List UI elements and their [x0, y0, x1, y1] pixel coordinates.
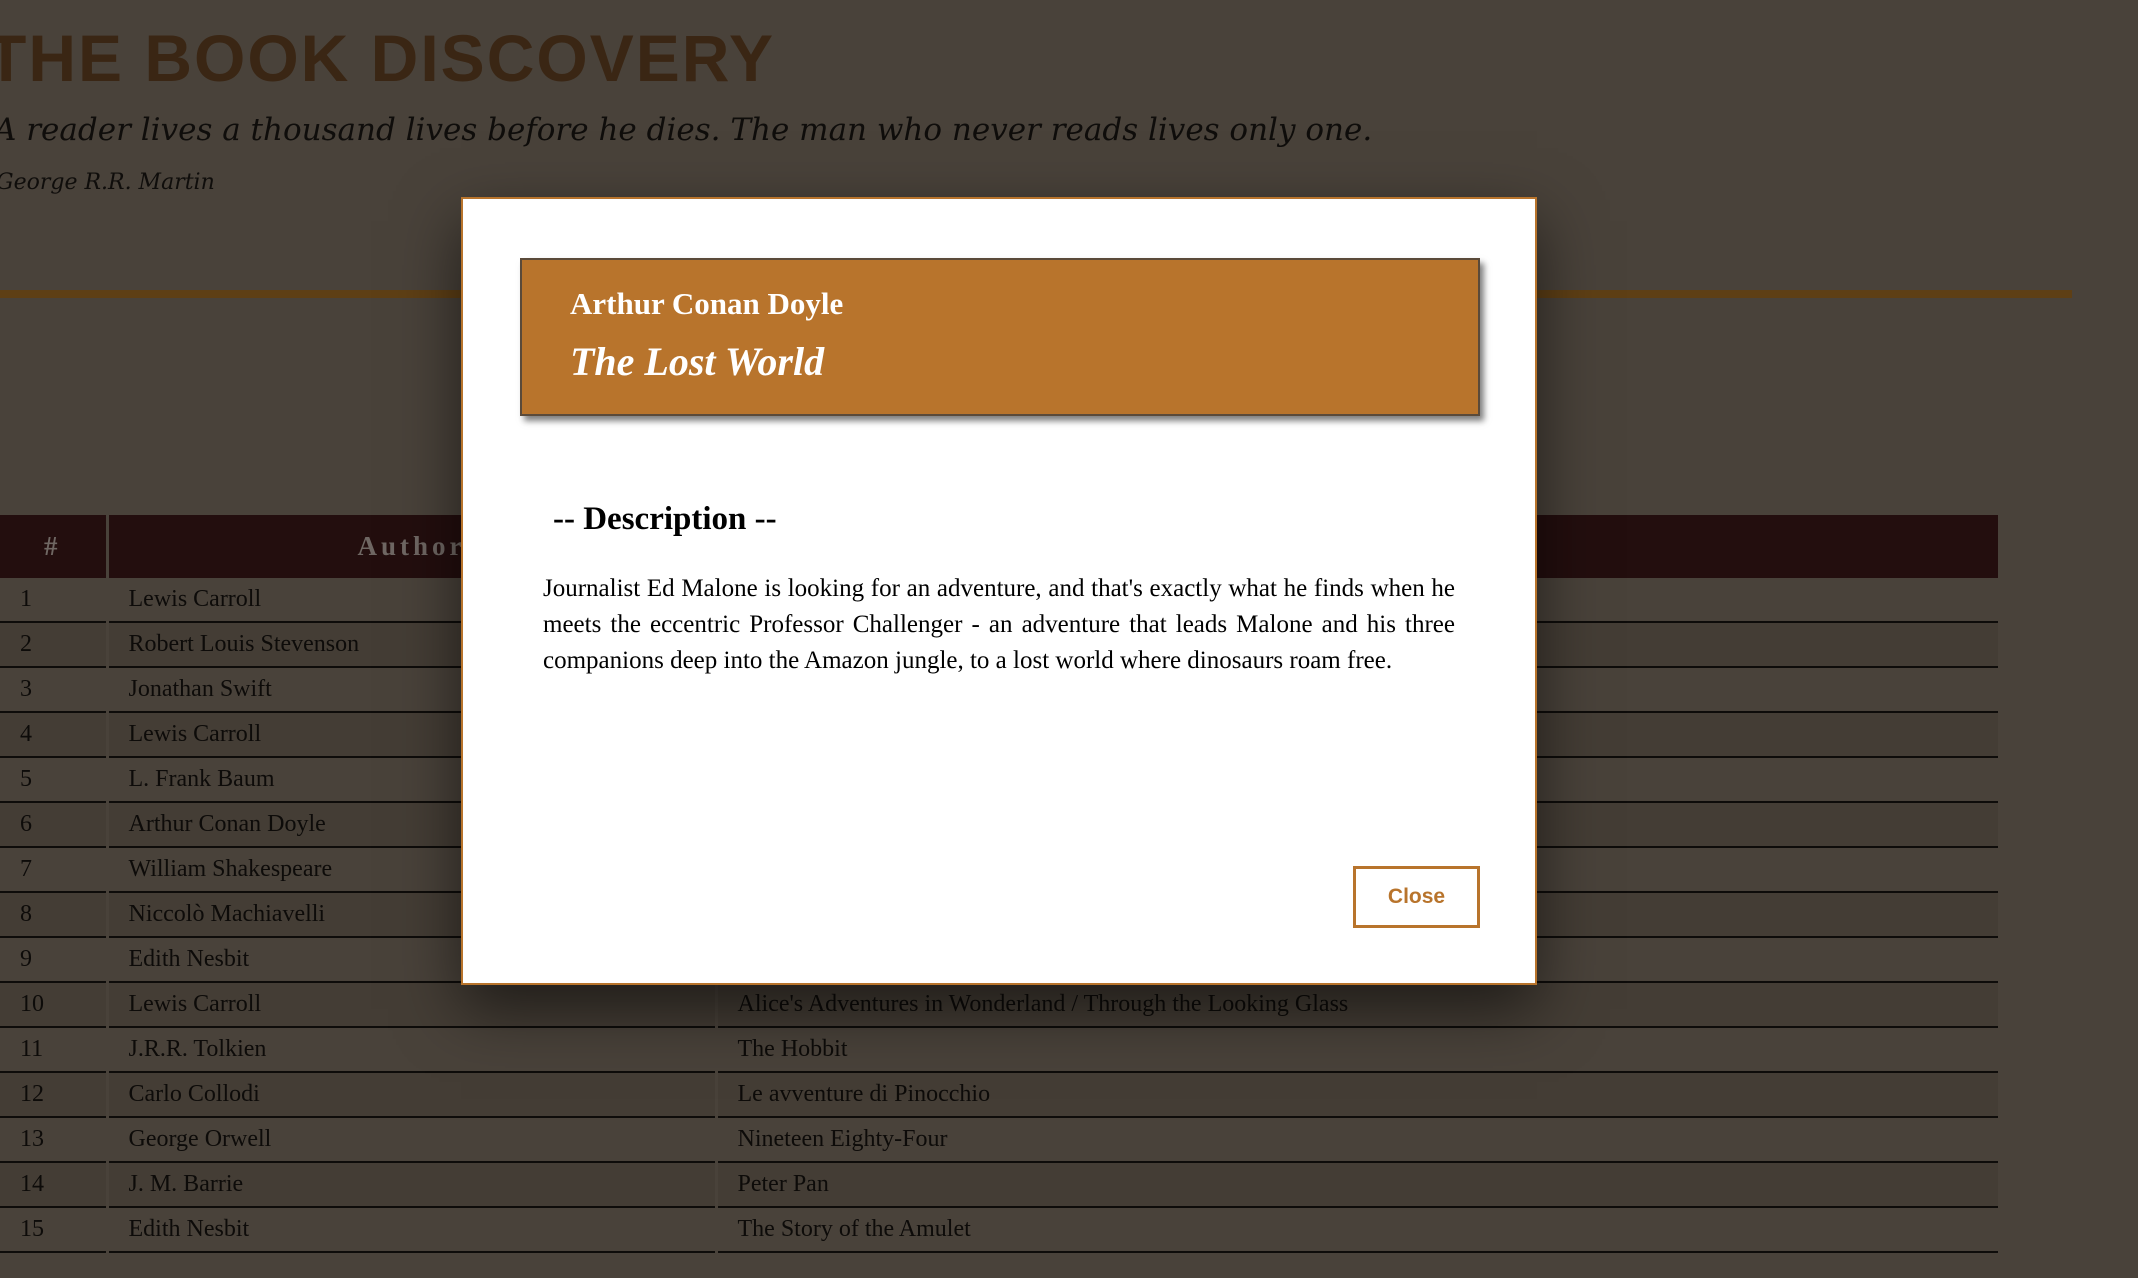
description-text: Journalist Ed Malone is looking for an a…	[543, 575, 1455, 674]
description-heading: -- Description --	[553, 501, 777, 537]
book-details-modal: Arthur Conan Doyle The Lost World -- Des…	[461, 197, 1537, 985]
close-button[interactable]: Close	[1353, 866, 1480, 928]
modal-header: Arthur Conan Doyle The Lost World	[520, 258, 1480, 416]
modal-book-title: The Lost World	[570, 339, 825, 384]
modal-author: Arthur Conan Doyle	[570, 286, 844, 321]
